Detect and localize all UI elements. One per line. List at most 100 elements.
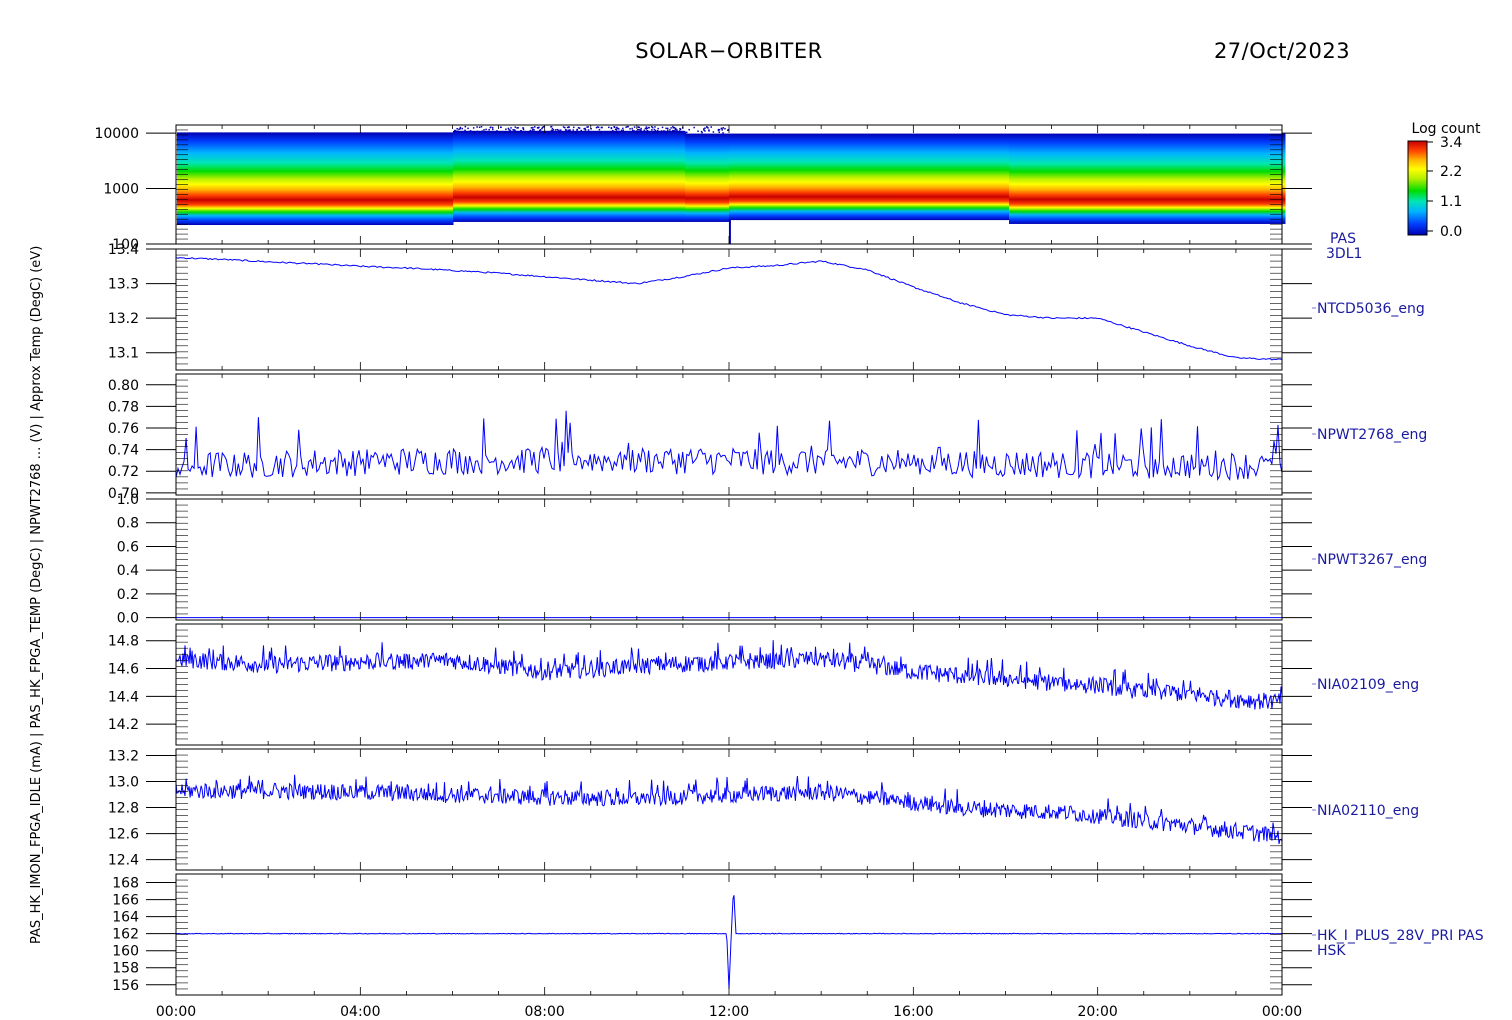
spectrogram-column [973, 133, 978, 221]
y-tick-label: 166 [112, 893, 139, 909]
y-tick-label: 10000 [94, 126, 139, 142]
spectrogram-column [629, 130, 634, 222]
spectrogram-speckle [512, 129, 514, 131]
spectrogram-column [1273, 133, 1278, 224]
y-tick-label: 0.0 [117, 611, 139, 627]
spectrogram-speckle [510, 127, 512, 129]
spectrogram-column [1113, 133, 1118, 224]
spectrogram-column [813, 133, 818, 221]
y-tick-label: 12.6 [108, 827, 139, 843]
spectrogram-speckle [693, 126, 695, 129]
spectrogram-column [709, 133, 714, 222]
spectrogram-column [745, 133, 750, 221]
spectrogram-column [1197, 133, 1202, 224]
spectrogram-column [985, 133, 990, 221]
colorbar-tick-label: 0.0 [1440, 224, 1462, 240]
spectrogram-speckle [507, 127, 510, 130]
y-tick-label: 0.80 [108, 378, 139, 394]
spectrogram-column [341, 132, 346, 226]
spectrogram-column [649, 130, 654, 222]
spectrogram-speckle [684, 132, 687, 134]
spectrogram-column [961, 133, 966, 221]
spectrogram-speckle [531, 128, 534, 131]
spectrogram-column [965, 133, 970, 221]
spectrogram-column [197, 132, 202, 226]
spectrogram-column [737, 133, 742, 221]
spectrogram-speckle [557, 130, 560, 133]
spectrogram-speckle [492, 128, 494, 131]
panel-right-label: NPWT2768_eng [1317, 427, 1427, 443]
spectrogram-speckle [494, 131, 496, 134]
spectrogram-column [381, 132, 386, 226]
spectrogram-column [897, 133, 902, 221]
spectrogram-column [673, 130, 678, 222]
spectrogram-column [1153, 133, 1158, 224]
spectrogram-speckle [520, 129, 522, 132]
spectrogram-column [1065, 133, 1070, 224]
spectrogram-column [981, 133, 986, 221]
spectrogram-speckle [652, 131, 655, 134]
spectrogram-speckle [567, 129, 569, 132]
y-tick-label: 14.2 [108, 717, 139, 733]
spectrogram-column [233, 132, 238, 226]
spectrogram-column [921, 133, 926, 221]
y-tick-label: 156 [112, 978, 139, 994]
spectrogram-column [293, 132, 298, 226]
spectrogram-column [597, 130, 602, 222]
y-tick-label: 162 [112, 927, 139, 943]
spectrogram-column [309, 132, 314, 226]
spectrogram-speckle [573, 126, 575, 129]
spectrogram-column [817, 133, 822, 221]
y-tick-label: 0.6 [117, 539, 139, 555]
spectrogram-column [1073, 133, 1078, 224]
spectrogram-speckle [654, 126, 656, 128]
spectrogram-column [189, 132, 194, 226]
spectrogram-column [245, 132, 250, 226]
spectrogram-column [349, 132, 354, 226]
spectrogram-column [221, 132, 226, 226]
spectrogram-column [1025, 133, 1030, 224]
spectrogram-speckle [478, 126, 481, 129]
spectrogram-column [269, 132, 274, 226]
spectrogram-column [1173, 133, 1178, 224]
spectrogram-column [841, 133, 846, 221]
spectrogram-column [1085, 133, 1090, 224]
spectrogram-column [781, 133, 786, 221]
spectrogram-column [957, 133, 962, 221]
spectrogram-speckle [539, 129, 542, 131]
y-tick-label: 158 [112, 961, 139, 977]
x-tick-label: 00:00 [1262, 1004, 1302, 1020]
spectrogram-speckle [610, 127, 613, 129]
spectrogram-column [637, 130, 642, 222]
spectrogram-column [1193, 133, 1198, 224]
spectrogram-speckle [673, 130, 675, 132]
spectrogram-column [1165, 133, 1170, 224]
spectrogram-column [993, 133, 998, 221]
spectrogram-speckle [491, 126, 494, 129]
spectrogram-speckle [551, 129, 554, 132]
spectrogram-column [809, 133, 814, 221]
spectrogram-column [681, 130, 686, 222]
y-tick-label: 0.74 [108, 443, 139, 459]
spectrogram-speckle [471, 131, 474, 133]
spectrogram-speckle [576, 129, 578, 131]
spectrogram-column [1125, 133, 1130, 224]
spectrogram-column [553, 130, 558, 222]
spectrogram-speckle [637, 131, 640, 133]
spectrogram-column [525, 130, 530, 222]
spectrogram-column [829, 133, 834, 221]
spectrogram-column [725, 133, 730, 222]
spectrogram-column [1117, 133, 1122, 224]
y-tick-label: 13.2 [108, 749, 139, 765]
spectrogram-speckle [656, 129, 659, 132]
spectrogram-column [369, 132, 374, 226]
spectrogram-column [265, 132, 270, 226]
spectrogram-column [1149, 133, 1154, 224]
spectrogram-column [1229, 133, 1234, 224]
spectrogram-column [549, 130, 554, 222]
spectrogram-speckle [678, 130, 681, 132]
spectrogram-column [941, 133, 946, 221]
spectrogram-column [789, 133, 794, 221]
x-tick-label: 08:00 [524, 1004, 564, 1020]
spectrogram-column [261, 132, 266, 226]
